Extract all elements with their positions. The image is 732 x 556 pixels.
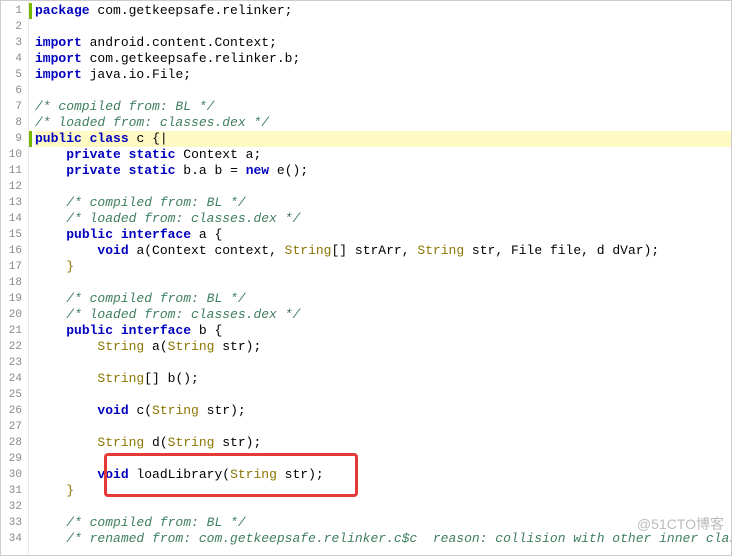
- line-number: 8: [5, 115, 22, 131]
- code-line[interactable]: }: [35, 483, 731, 499]
- line-number: 15: [5, 227, 22, 243]
- code-line[interactable]: import com.getkeepsafe.relinker.b;: [35, 51, 731, 67]
- code-line[interactable]: [35, 83, 731, 99]
- code-line[interactable]: String d(String str);: [35, 435, 731, 451]
- line-number: 26: [5, 403, 22, 419]
- line-number: 2: [5, 19, 22, 35]
- line-number: 5: [5, 67, 22, 83]
- code-line[interactable]: public interface a {: [35, 227, 731, 243]
- line-number: 24: [5, 371, 22, 387]
- code-line[interactable]: /* compiled from: BL */: [35, 291, 731, 307]
- gutter: 1234567891011121314151617181920212223242…: [1, 1, 29, 555]
- line-number: 34: [5, 531, 22, 547]
- code-line[interactable]: private static b.a b = new e();: [35, 163, 731, 179]
- line-number: 32: [5, 499, 22, 515]
- code-line[interactable]: [35, 387, 731, 403]
- line-number: 1: [5, 3, 22, 19]
- line-number: 13: [5, 195, 22, 211]
- line-number: 7: [5, 99, 22, 115]
- code-line[interactable]: [35, 355, 731, 371]
- code-line[interactable]: /* compiled from: BL */: [35, 195, 731, 211]
- line-number: 10: [5, 147, 22, 163]
- code-area[interactable]: package com.getkeepsafe.relinker; import …: [29, 1, 731, 555]
- line-number: 30: [5, 467, 22, 483]
- line-number: 3: [5, 35, 22, 51]
- code-line[interactable]: }: [35, 259, 731, 275]
- line-number: 16: [5, 243, 22, 259]
- code-line[interactable]: package com.getkeepsafe.relinker;: [35, 3, 731, 19]
- line-number: 19: [5, 291, 22, 307]
- code-line[interactable]: public class c {|: [35, 131, 731, 147]
- code-line[interactable]: void c(String str);: [35, 403, 731, 419]
- code-line[interactable]: [35, 499, 731, 515]
- line-number: 21: [5, 323, 22, 339]
- line-number: 14: [5, 211, 22, 227]
- code-line[interactable]: [35, 275, 731, 291]
- line-number: 23: [5, 355, 22, 371]
- code-line[interactable]: /* compiled from: BL */: [35, 515, 731, 531]
- code-line[interactable]: /* loaded from: classes.dex */: [35, 211, 731, 227]
- line-number: 4: [5, 51, 22, 67]
- line-number: 25: [5, 387, 22, 403]
- line-number: 20: [5, 307, 22, 323]
- code-line[interactable]: [35, 451, 731, 467]
- line-number: 11: [5, 163, 22, 179]
- code-editor[interactable]: 1234567891011121314151617181920212223242…: [0, 0, 732, 556]
- line-number: 17: [5, 259, 22, 275]
- line-number: 18: [5, 275, 22, 291]
- code-line[interactable]: /* loaded from: classes.dex */: [35, 307, 731, 323]
- line-number: 22: [5, 339, 22, 355]
- line-number: 29: [5, 451, 22, 467]
- line-number: 31: [5, 483, 22, 499]
- code-line[interactable]: public interface b {: [35, 323, 731, 339]
- line-number: 9: [5, 131, 22, 147]
- code-line[interactable]: [35, 419, 731, 435]
- line-number: 33: [5, 515, 22, 531]
- code-line[interactable]: String[] b();: [35, 371, 731, 387]
- line-number: 6: [5, 83, 22, 99]
- code-line[interactable]: [35, 19, 731, 35]
- code-line[interactable]: void a(Context context, String[] strArr,…: [35, 243, 731, 259]
- line-number: 28: [5, 435, 22, 451]
- code-line[interactable]: /* compiled from: BL */: [35, 99, 731, 115]
- code-line[interactable]: String a(String str);: [35, 339, 731, 355]
- code-line[interactable]: import android.content.Context;: [35, 35, 731, 51]
- code-line[interactable]: import java.io.File;: [35, 67, 731, 83]
- code-line[interactable]: [35, 179, 731, 195]
- code-line[interactable]: private static Context a;: [35, 147, 731, 163]
- code-line[interactable]: /* loaded from: classes.dex */: [35, 115, 731, 131]
- line-number: 12: [5, 179, 22, 195]
- line-number: 27: [5, 419, 22, 435]
- code-line[interactable]: void loadLibrary(String str);: [35, 467, 731, 483]
- code-line[interactable]: /* renamed from: com.getkeepsafe.relinke…: [35, 531, 731, 547]
